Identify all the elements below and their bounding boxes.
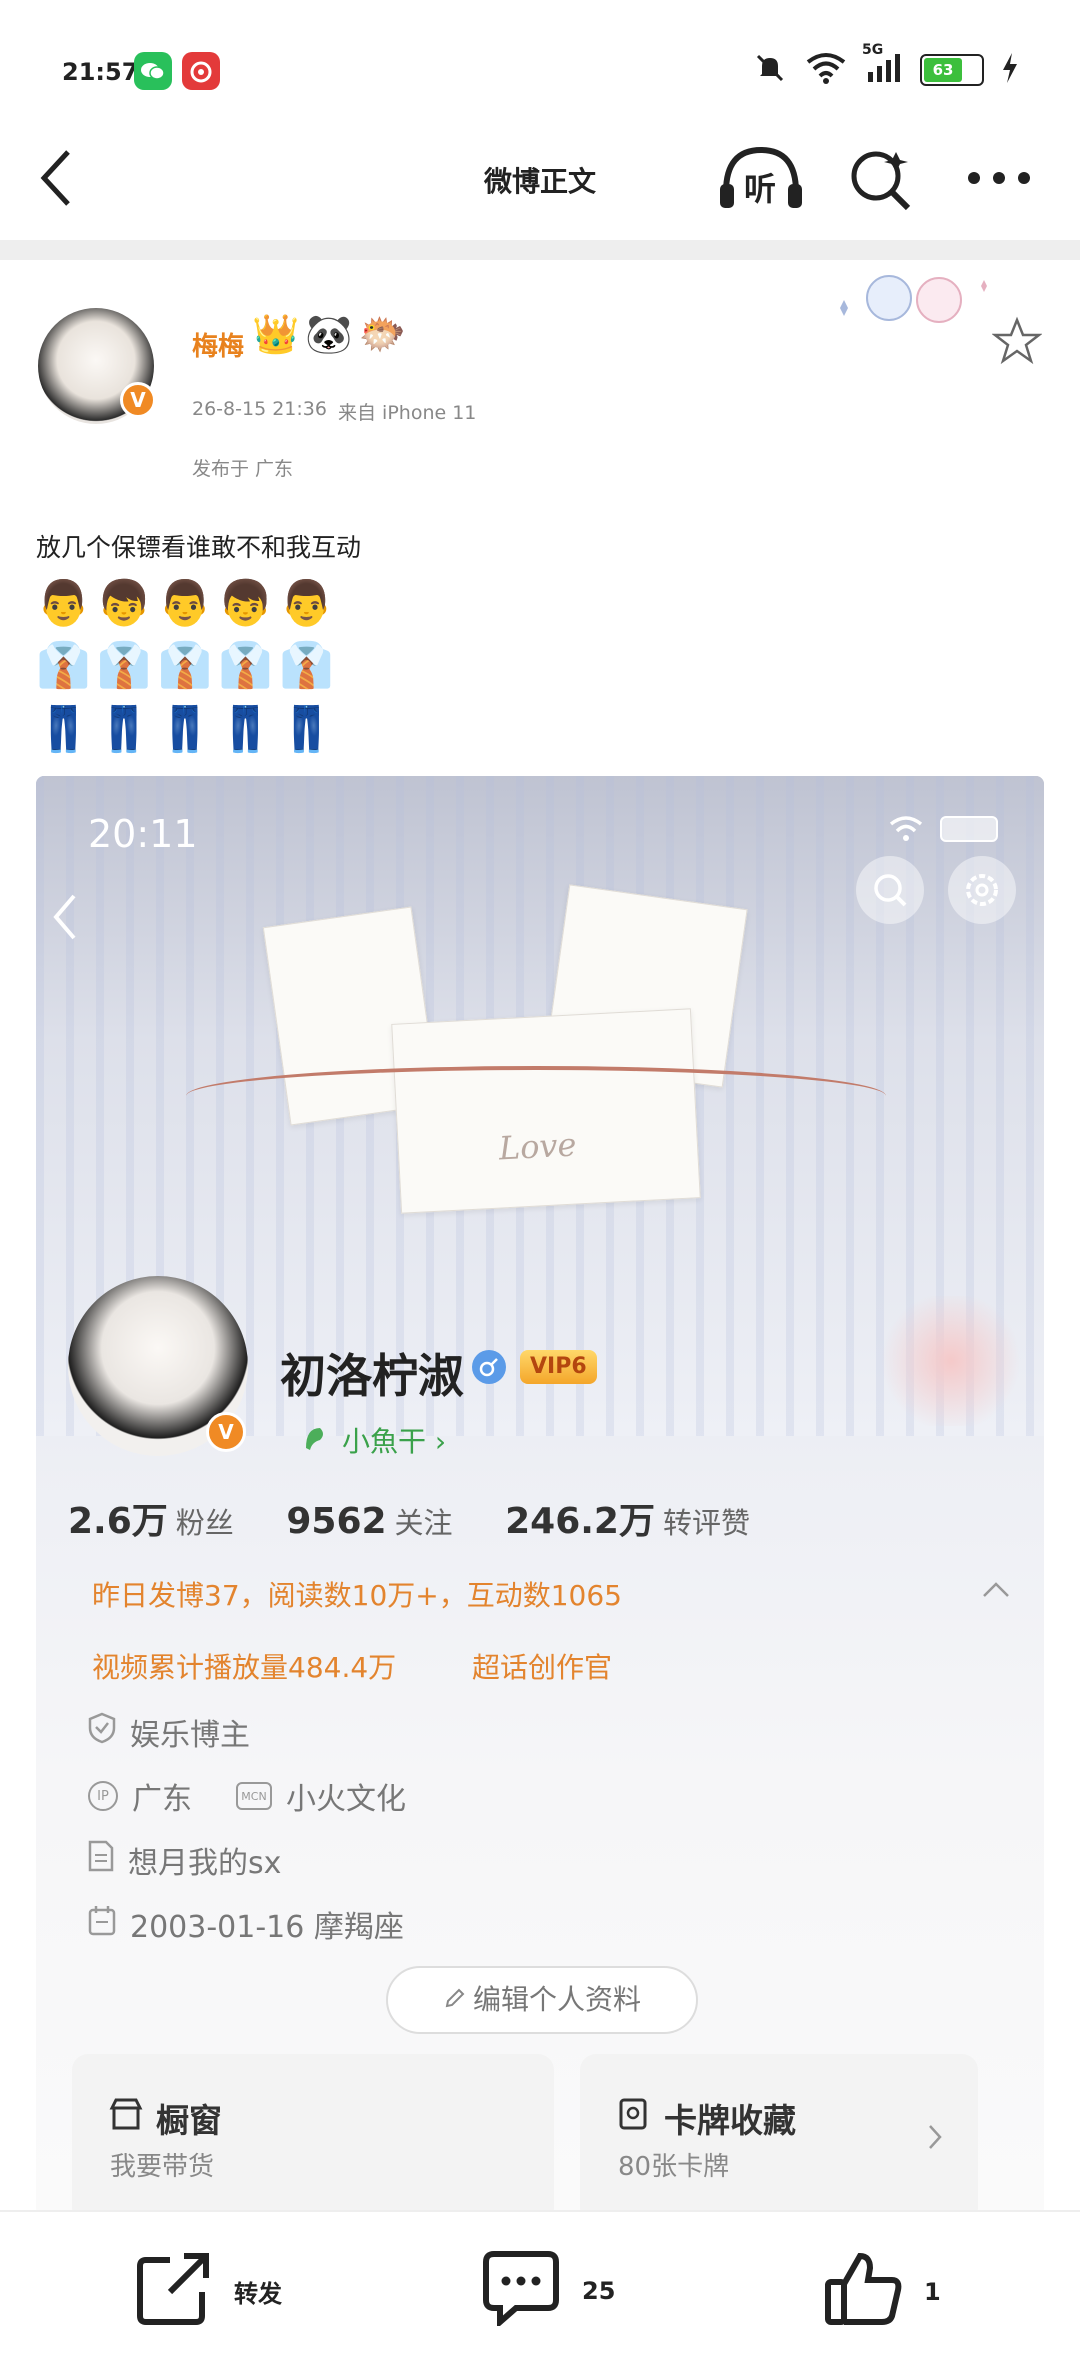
showcase-card: 橱窗 我要带货 [72, 2054, 554, 2216]
embedded-settings-button [948, 856, 1016, 924]
listen-label: 听 [744, 170, 777, 208]
bio-text: 想月我的sx [128, 1846, 282, 1881]
share-icon [136, 2250, 212, 2332]
engagement-label: 转评赞 [662, 1506, 750, 1540]
engagement-count: 246.2万 [505, 1501, 655, 1542]
birthday-text: 2003-01-16 摩羯座 [130, 1910, 404, 1945]
status-bar: 21:57 5G 63 [0, 0, 1080, 130]
showcase-title: 橱窗 [156, 2101, 222, 2140]
info-row-birthday: 2003-01-16 摩羯座 [88, 1902, 404, 1946]
profile-tag: 小魚干 › [342, 1425, 447, 1458]
post-source: 来自 iPhone 11 [338, 402, 477, 424]
info-row-bio: 想月我的sx [88, 1838, 281, 1882]
chevron-up-icon [980, 1580, 1012, 1604]
shop-icon [108, 2096, 144, 2136]
card-collection-icon [616, 2096, 652, 2136]
battery-icon: 63 [920, 54, 984, 86]
embedded-screenshot[interactable]: Love 20:11 V 初洛柠淑 VIP6 小魚干 › 2.6万 粉丝 9562… [36, 776, 1044, 2216]
emoji-row-heads: 👨👦👨👦👨 [36, 578, 340, 629]
fish-icon: 🐡 [358, 312, 406, 356]
battery-level: 63 [924, 58, 962, 82]
card-collection-title: 卡牌收藏 [664, 2101, 796, 2140]
status-icons: 5G 63 [752, 42, 1020, 92]
embedded-time: 20:11 [88, 812, 198, 856]
repost-button[interactable]: 转发 [136, 2250, 282, 2332]
comment-count: 25 [582, 2277, 616, 2305]
netease-music-icon [182, 52, 220, 90]
embedded-wifi-icon [888, 814, 924, 848]
profile-verified-icon: V [206, 1412, 246, 1452]
embedded-search-button [856, 856, 924, 924]
divider [0, 240, 1080, 260]
verified-icon: V [120, 382, 156, 418]
fish-tag-icon [302, 1424, 330, 1458]
favorite-star-icon[interactable] [991, 316, 1043, 370]
author-badges: 👑 🐼 🐡 [252, 312, 406, 357]
post-location: 发布于 广东 [192, 458, 294, 480]
listen-button[interactable]: 听 [718, 142, 804, 212]
embedded-back-icon [50, 892, 80, 946]
info-row-role: 娱乐博主 [88, 1710, 250, 1754]
thumbs-up-icon [824, 2250, 902, 2334]
calendar-icon [88, 1904, 116, 1944]
banner-heart [876, 1296, 1026, 1426]
card-collection-card: 卡牌收藏 80张卡牌 [580, 2054, 978, 2216]
page-title: 微博正文 [483, 165, 596, 198]
profile-stats: 2.6万 粉丝 9562 关注 246.2万 转评赞 [68, 1492, 790, 1544]
post-text: 放几个保镖看谁敢不和我互动 [36, 533, 362, 562]
mcn-icon: MCN [236, 1782, 272, 1810]
verified-icon [88, 1712, 116, 1752]
activity-summary: 昨日发博37，阅读数10万+，互动数1065 [92, 1579, 622, 1612]
embedded-battery-icon [940, 816, 998, 842]
comment-icon [482, 2250, 560, 2332]
chevron-right-icon [926, 2122, 944, 2156]
edit-profile-button: 编辑个人资料 [386, 1966, 698, 2034]
ip-text: 广东 [132, 1782, 192, 1817]
pencil-icon [443, 1969, 467, 2033]
card-collection-subtitle: 80张卡牌 [618, 2152, 730, 2182]
document-icon [88, 1840, 114, 1880]
charging-icon [1000, 51, 1020, 89]
fans-count: 2.6万 [68, 1501, 168, 1542]
info-row-ip: IP 广东 MCN 小火文化 [88, 1774, 406, 1818]
emoji-row-shirts: 👔👔👔👔👔 [36, 640, 340, 691]
banner-ribbon [186, 1066, 886, 1126]
signal-icon: 5G [862, 42, 904, 90]
super-topic-creator: 超话创作官 [472, 1651, 613, 1684]
bottom-action-bar: 转发 25 1 [0, 2210, 1080, 2372]
showcase-subtitle: 我要带货 [110, 2152, 215, 2182]
ip-icon: IP [88, 1781, 118, 1811]
mcn-text: 小火文化 [286, 1782, 406, 1817]
wechat-icon [134, 52, 172, 90]
panda-icon: 🐼 [305, 312, 353, 356]
mute-icon [752, 50, 788, 90]
edit-profile-label: 编辑个人资料 [472, 1983, 641, 2016]
like-button[interactable]: 1 [824, 2250, 941, 2334]
following-label: 关注 [394, 1506, 453, 1540]
nav-bar: 微博正文 听 [0, 120, 1080, 240]
vip-badge: VIP6 [520, 1350, 597, 1384]
like-count: 1 [924, 2278, 941, 2306]
emoji-row-jeans: 👖👖👖👖👖 [36, 704, 340, 755]
status-time: 21:57 [62, 58, 139, 86]
author-name[interactable]: 梅梅 [192, 326, 244, 363]
comment-button[interactable]: 25 [482, 2250, 615, 2332]
card-decoration [834, 260, 994, 350]
role-text: 娱乐博主 [130, 1718, 250, 1753]
repost-label: 转发 [234, 2279, 282, 2308]
crown-icon: 👑 [252, 312, 300, 356]
wifi-icon [804, 50, 848, 90]
banner-text: Love [497, 1125, 578, 1168]
following-count: 9562 [286, 1501, 387, 1542]
fans-label: 粉丝 [175, 1506, 234, 1540]
profile-name: 初洛柠淑 [280, 1349, 464, 1403]
post-date: 26-8-15 21:36 [192, 398, 327, 420]
more-icon[interactable] [966, 170, 1032, 190]
search-icon[interactable] [848, 146, 914, 216]
gender-male-icon [472, 1350, 506, 1384]
video-plays: 视频累计播放量484.4万 [92, 1651, 397, 1684]
